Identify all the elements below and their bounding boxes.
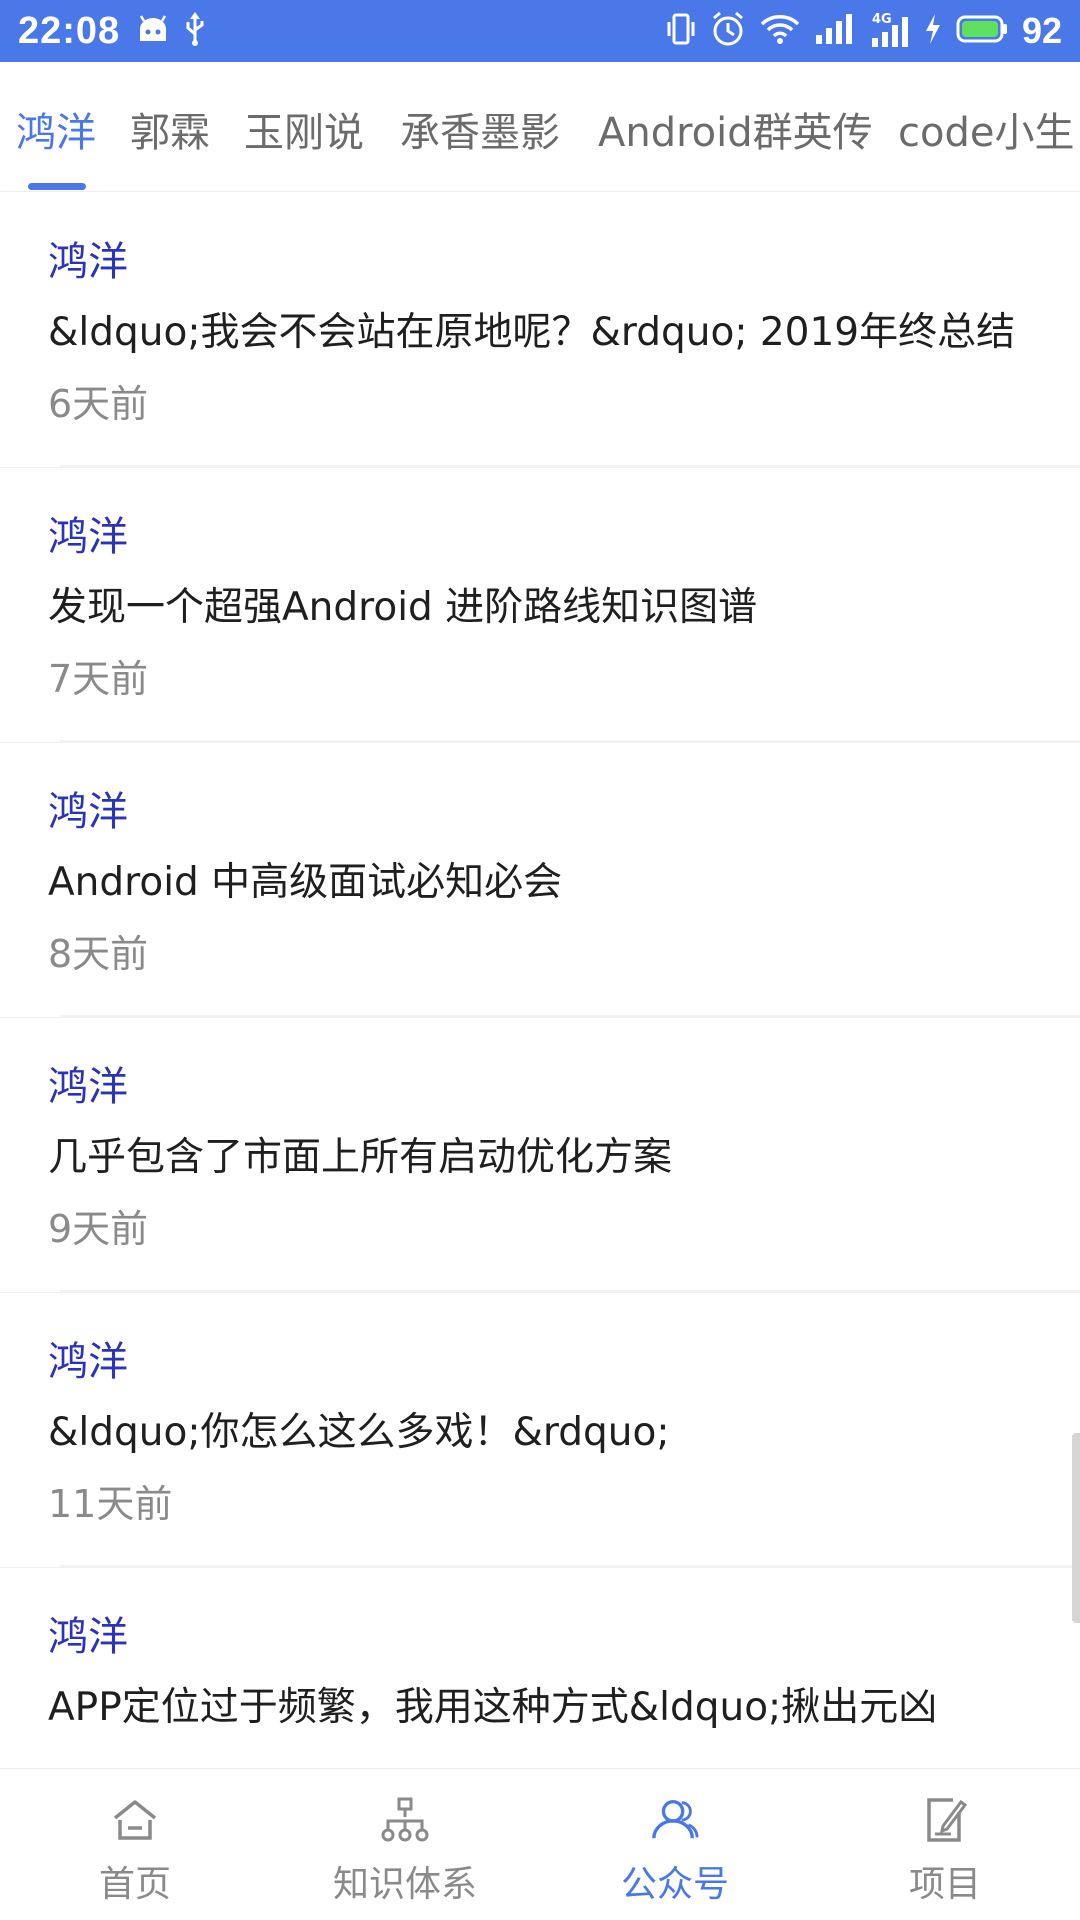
list-item[interactable]: 鸿洋 APP定位过于频繁，我用这种方式&ldquo;揪出元凶 — [0, 1568, 1080, 1768]
status-time: 22:08 — [18, 9, 121, 52]
tab-guolin[interactable]: 郭霖 — [130, 100, 210, 158]
battery-level: 92 — [1021, 10, 1062, 51]
article-title: APP定位过于频繁，我用这种方式&ldquo;揪出元凶 — [48, 1685, 938, 1730]
article-title: 几乎包含了市面上所有启动优化方案 — [48, 1135, 673, 1180]
people-icon — [650, 1795, 700, 1845]
nav-item-projects[interactable]: 项目 — [810, 1769, 1080, 1920]
scrollbar-thumb[interactable] — [1072, 1433, 1080, 1623]
article-title: 发现一个超强Android 进阶路线知识图谱 — [48, 585, 758, 630]
article-time: 6天前 — [48, 382, 149, 426]
status-notification-icons — [136, 12, 206, 50]
nav-item-knowledge[interactable]: 知识体系 — [270, 1769, 540, 1920]
article-time: 9天前 — [48, 1207, 149, 1251]
list-item[interactable]: 鸿洋 几乎包含了市面上所有启动优化方案 9天前 — [0, 1018, 1080, 1293]
article-title: &ldquo;你怎么这么多戏！&rdquo; — [48, 1410, 670, 1455]
list-item[interactable]: 鸿洋 发现一个超强Android 进阶路线知识图谱 7天前 — [0, 468, 1080, 743]
item-divider — [60, 1290, 1080, 1292]
article-time: 8天前 — [48, 932, 149, 976]
list-item[interactable]: 鸿洋 &ldquo;我会不会站在原地呢？&rdquo; 2019年终总结 6天前 — [0, 193, 1080, 468]
article-author: 鸿洋 — [48, 514, 128, 560]
tab-android-qunyingzhuan[interactable]: Android群英传 — [598, 100, 873, 158]
tab-yugangshuo[interactable]: 玉刚说 — [244, 100, 364, 158]
list-item[interactable]: 鸿洋 &ldquo;你怎么这么多戏！&rdquo; 11天前 — [0, 1293, 1080, 1568]
account-tab-bar: 鸿洋 郭霖 玉刚说 承香墨影 Android群英传 code小生 — [0, 62, 1080, 192]
list-item[interactable]: 鸿洋 Android 中高级面试必知必会 8天前 — [0, 743, 1080, 1018]
nav-item-home[interactable]: 首页 — [0, 1769, 270, 1920]
article-author: 鸿洋 — [48, 1614, 128, 1660]
active-tab-indicator — [28, 183, 86, 190]
home-icon — [110, 1795, 160, 1845]
nav-label-home: 首页 — [98, 1864, 171, 1905]
nav-label-wechat-accounts: 公众号 — [620, 1864, 729, 1905]
charging-icon — [924, 14, 942, 48]
article-title: &ldquo;我会不会站在原地呢？&rdquo; 2019年终总结 — [48, 310, 1016, 355]
article-author: 鸿洋 — [48, 1339, 128, 1385]
project-icon — [920, 1795, 970, 1845]
article-time: 11天前 — [48, 1482, 173, 1526]
article-author: 鸿洋 — [48, 789, 128, 835]
item-divider — [60, 1015, 1080, 1017]
article-time: 7天前 — [48, 657, 149, 701]
article-title: Android 中高级面试必知必会 — [48, 860, 563, 905]
article-list[interactable]: 鸿洋 &ldquo;我会不会站在原地呢？&rdquo; 2019年终总结 6天前… — [0, 193, 1080, 1768]
vibrate-icon — [666, 12, 696, 50]
nav-item-wechat-accounts[interactable]: 公众号 — [540, 1769, 810, 1920]
item-divider — [60, 465, 1080, 467]
tab-chengxiangmoying[interactable]: 承香墨影 — [400, 100, 560, 158]
tab-hongyang[interactable]: 鸿洋 — [16, 100, 96, 158]
status-system-icons: 4G 92 — [666, 10, 1062, 52]
nav-label-knowledge: 知识体系 — [332, 1864, 477, 1905]
status-bar: 22:08 4G 92 — [0, 0, 1080, 62]
battery-icon — [956, 15, 1008, 47]
article-author: 鸿洋 — [48, 1064, 128, 1110]
item-divider — [60, 740, 1080, 742]
article-author: 鸿洋 — [48, 239, 128, 285]
android-icon — [136, 15, 170, 47]
signal-4g-icon: 4G — [868, 12, 910, 48]
signal-icon — [814, 13, 854, 49]
alarm-icon — [710, 11, 746, 51]
tree-icon — [380, 1795, 430, 1845]
item-divider — [60, 1565, 1080, 1567]
bottom-navigation: 首页 知识体系 公众号 项目 — [0, 1768, 1080, 1920]
tab-code-xiaosheng[interactable]: code小生 — [898, 100, 1074, 158]
nav-label-projects: 项目 — [908, 1864, 981, 1905]
usb-icon — [184, 12, 206, 50]
wifi-icon — [760, 13, 800, 49]
